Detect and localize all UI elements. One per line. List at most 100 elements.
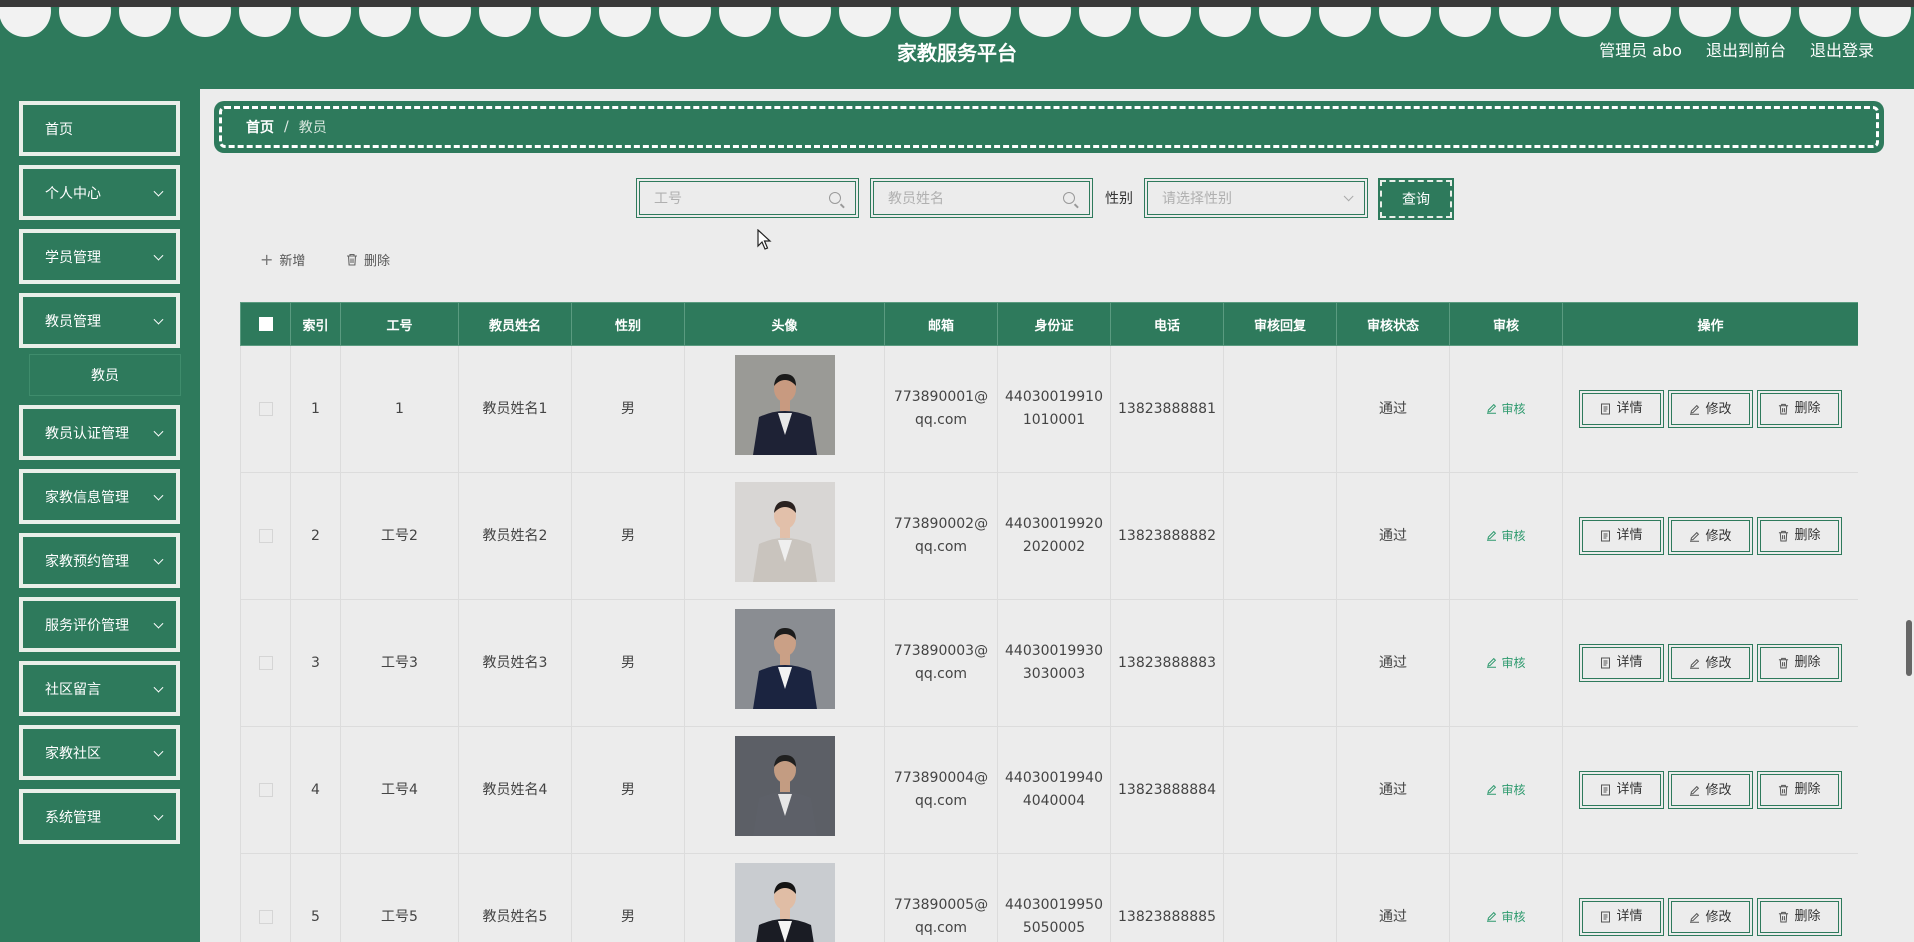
cell-operations: 详情 修改 删除 bbox=[1562, 599, 1858, 727]
sidebar-item-label: 服务评价管理 bbox=[45, 617, 129, 634]
edit-icon bbox=[1487, 657, 1497, 668]
sidebar-item-tutoring-community[interactable]: 家教社区 bbox=[19, 725, 180, 780]
id-line-2: 3030003 bbox=[1022, 666, 1086, 682]
cell-phone: 13823888883 bbox=[1110, 599, 1224, 727]
row-select-cell[interactable] bbox=[240, 853, 291, 942]
cell-gender: 男 bbox=[571, 472, 685, 600]
gender-placeholder: 请选择性别 bbox=[1162, 191, 1232, 207]
gender-select[interactable]: 请选择性别 bbox=[1144, 178, 1368, 218]
tutor-name-search-input[interactable]: 教员姓名 bbox=[870, 178, 1093, 218]
select-all-checkbox[interactable] bbox=[258, 317, 273, 331]
detail-button[interactable]: 详情 bbox=[1579, 643, 1664, 682]
cell-job-no: 工号4 bbox=[340, 726, 459, 854]
cell-audit-status: 通过 bbox=[1336, 345, 1450, 473]
app-header: 家教服务平台 管理员 abo 退出到前台 退出登录 bbox=[0, 7, 1914, 89]
delete-button[interactable]: 删除 bbox=[1757, 897, 1842, 936]
detail-button-label: 详情 bbox=[1616, 655, 1643, 671]
chevron-down-icon bbox=[153, 682, 164, 693]
column-header: 审核回复 bbox=[1223, 302, 1337, 346]
sidebar-item-label: 教员管理 bbox=[45, 313, 101, 330]
audit-link-label: 审核 bbox=[1501, 528, 1526, 543]
row-select-cell[interactable] bbox=[240, 726, 291, 854]
sidebar-item-review-management[interactable]: 服务评价管理 bbox=[19, 597, 180, 652]
sidebar-subitem-tutor[interactable]: 教员 bbox=[29, 354, 181, 396]
audit-link[interactable]: 审核 bbox=[1486, 401, 1526, 416]
cell-operations: 详情 修改 删除 bbox=[1562, 853, 1858, 942]
cell-audit: 审核 bbox=[1449, 599, 1563, 727]
add-button[interactable]: + 新增 bbox=[260, 250, 305, 269]
cell-operations: 详情 修改 删除 bbox=[1562, 472, 1858, 600]
row-select-cell[interactable] bbox=[240, 599, 291, 727]
id-line-2: 4040004 bbox=[1022, 793, 1086, 809]
row-select-cell[interactable] bbox=[240, 345, 291, 473]
delete-button[interactable]: 删除 bbox=[1757, 643, 1842, 682]
row-checkbox[interactable] bbox=[258, 655, 273, 670]
audit-link[interactable]: 审核 bbox=[1486, 656, 1526, 670]
table-row: 1 1 教员姓名1 男 773890001@ qq.com 44030019910 10100… bbox=[240, 345, 1858, 473]
edit-button[interactable]: 修改 bbox=[1668, 771, 1753, 810]
column-header: 邮箱 bbox=[884, 302, 998, 346]
edit-button[interactable]: 修改 bbox=[1668, 898, 1753, 937]
sidebar-item-system-management[interactable]: 系统管理 bbox=[19, 789, 180, 844]
detail-button-label: 详情 bbox=[1616, 528, 1643, 544]
sidebar-item-tutoring-info-management[interactable]: 家教信息管理 bbox=[19, 469, 180, 524]
admin-user-link[interactable]: 管理员 abo bbox=[1599, 37, 1682, 61]
cell-gender: 男 bbox=[571, 853, 685, 942]
document-icon bbox=[1601, 403, 1611, 415]
row-select-cell[interactable] bbox=[240, 472, 291, 600]
detail-button[interactable]: 详情 bbox=[1579, 389, 1664, 428]
audit-link[interactable]: 审核 bbox=[1486, 783, 1526, 797]
cell-gender: 男 bbox=[571, 726, 685, 854]
tutor-name-placeholder: 教员姓名 bbox=[888, 191, 944, 207]
query-button[interactable]: 查询 bbox=[1378, 178, 1454, 220]
sidebar-item-community-messages[interactable]: 社区留言 bbox=[19, 661, 180, 716]
audit-link-label: 审核 bbox=[1501, 401, 1526, 416]
edit-button[interactable]: 修改 bbox=[1668, 644, 1753, 683]
row-checkbox[interactable] bbox=[258, 401, 273, 416]
sidebar-item-personal-center[interactable]: 个人中心 bbox=[19, 165, 180, 220]
edit-button[interactable]: 修改 bbox=[1668, 517, 1753, 556]
cell-email: 773890003@ qq.com bbox=[884, 599, 998, 727]
cell-audit-reply bbox=[1223, 726, 1337, 854]
sidebar-item-home[interactable]: 首页 bbox=[19, 101, 180, 156]
sidebar-item-booking-management[interactable]: 家教预约管理 bbox=[19, 533, 180, 588]
table-row: 5 工号5 教员姓名5 男 773890005@ qq.com 44030019950 505… bbox=[240, 853, 1858, 942]
edit-button-label: 修改 bbox=[1705, 401, 1732, 417]
row-checkbox[interactable] bbox=[258, 909, 273, 924]
delete-button[interactable]: 删除 bbox=[1757, 516, 1842, 555]
exit-to-frontend-link[interactable]: 退出到前台 bbox=[1706, 37, 1786, 61]
job-no-search-input[interactable]: 工号 bbox=[636, 178, 859, 218]
batch-delete-button[interactable]: 删除 bbox=[346, 250, 390, 269]
cell-id-card: 44030019920 2020002 bbox=[997, 472, 1111, 600]
delete-button[interactable]: 删除 bbox=[1757, 770, 1842, 809]
sidebar-item-tutor-management[interactable]: 教员管理 bbox=[19, 293, 180, 348]
cell-phone: 13823888884 bbox=[1110, 726, 1224, 854]
sidebar-item-tutor-cert-management[interactable]: 教员认证管理 bbox=[19, 405, 180, 460]
edit-icon bbox=[1690, 658, 1700, 669]
cell-avatar bbox=[684, 345, 885, 473]
document-icon bbox=[1601, 784, 1611, 796]
row-checkbox[interactable] bbox=[258, 528, 273, 543]
cell-email: 773890001@ qq.com bbox=[884, 345, 998, 473]
cell-job-no: 工号3 bbox=[340, 599, 459, 727]
logout-link[interactable]: 退出登录 bbox=[1810, 37, 1874, 61]
email-line-2: qq.com bbox=[914, 412, 968, 428]
detail-button[interactable]: 详情 bbox=[1579, 516, 1664, 555]
column-header: 操作 bbox=[1562, 302, 1858, 346]
detail-button[interactable]: 详情 bbox=[1579, 897, 1664, 936]
header-select-all[interactable] bbox=[240, 302, 291, 346]
tutor-table: 索引 工号 教员姓名 性别 头像 邮箱 身份证 电话 审核回复 审核状态 审核 … bbox=[240, 302, 1858, 942]
audit-link[interactable]: 审核 bbox=[1486, 910, 1526, 924]
detail-button[interactable]: 详情 bbox=[1579, 770, 1664, 809]
search-icon bbox=[1063, 192, 1075, 204]
audit-link[interactable]: 审核 bbox=[1486, 528, 1526, 543]
edit-button[interactable]: 修改 bbox=[1668, 390, 1753, 429]
sidebar-item-student-management[interactable]: 学员管理 bbox=[19, 229, 180, 284]
delete-button[interactable]: 删除 bbox=[1757, 389, 1842, 428]
avatar bbox=[734, 609, 835, 709]
cell-audit: 审核 bbox=[1449, 345, 1563, 473]
delete-button-label: 删除 bbox=[1794, 782, 1821, 798]
scrollbar-thumb[interactable] bbox=[1906, 620, 1912, 676]
row-checkbox[interactable] bbox=[258, 782, 273, 797]
breadcrumb-home[interactable]: 首页 bbox=[246, 117, 274, 137]
